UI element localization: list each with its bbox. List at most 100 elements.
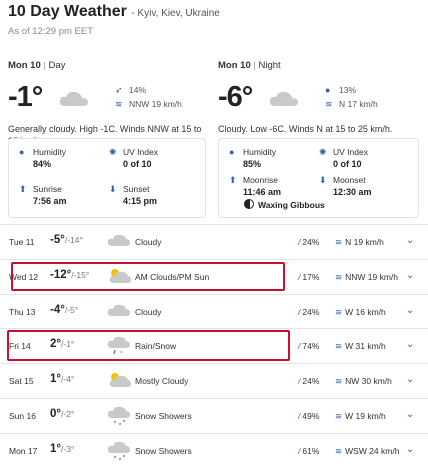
sunrise-value: 7:56 am	[33, 196, 67, 206]
rain-drop-icon: /	[298, 271, 301, 282]
row-condition: Cloudy	[135, 306, 162, 317]
moon-phase-label: Waxing Gibbous	[258, 200, 325, 210]
row-precip-value: 61%	[302, 445, 320, 456]
row-high: 0°	[50, 407, 61, 420]
row-precip-value: 49%	[302, 410, 320, 421]
row-day: Fri 14	[9, 341, 31, 352]
row-wind-value: W 19 km/h	[345, 410, 386, 421]
row-wind-value: NNW 19 km/h	[345, 271, 399, 282]
night-period-part: Night	[258, 60, 281, 71]
forecast-row[interactable]: Thu 13 -4°/-5° Cloudy /24% ≋ W 16 km/h ⌄	[0, 293, 428, 329]
row-wind: ≋ W 31 km/h	[335, 341, 386, 352]
humidity-value: 84%	[33, 159, 52, 169]
wind-icon: ≋	[335, 410, 343, 421]
forecast-row[interactable]: Wed 12 -12°/-15° AM Clouds/PM Sun /17% ≋…	[0, 258, 428, 294]
chevron-down-icon[interactable]: ⌄	[406, 235, 414, 246]
chevron-down-icon[interactable]: ⌄	[406, 409, 414, 420]
row-precip: /49%	[298, 411, 319, 421]
row-day: Wed 12	[9, 271, 39, 282]
cloud-icon	[58, 89, 90, 112]
row-condition: AM Clouds/PM Sun	[135, 271, 210, 282]
day-precip-line: ➶ 14%	[115, 83, 182, 97]
row-wind-value: NW 30 km/h	[345, 376, 392, 387]
day-period-part: Day	[48, 60, 66, 71]
night-side-info: ● 13% ≋ N 17 km/h	[325, 83, 378, 111]
moonset-value: 12:30 am	[333, 187, 372, 197]
day-period-label: Mon 10 | Day	[8, 60, 208, 71]
rain-drop-icon: ➶	[115, 85, 123, 95]
row-temps: 1°/-3°	[50, 443, 74, 455]
row-condition: Rain/Snow	[135, 341, 177, 352]
day-period-sep: |	[43, 60, 46, 71]
night-summary: Cloudy. Low -6C. Winds N at 15 to 25 km/…	[218, 124, 393, 134]
row-precip-value: 24%	[302, 376, 320, 387]
moonset-icon: ⬇	[319, 175, 327, 185]
forecast-row[interactable]: Sat 15 1°/-4° Mostly Cloudy /24% ≋ NW 30 …	[0, 363, 428, 398]
row-wind-value: N 19 km/h	[345, 237, 384, 247]
rain-snow-icon: *	[107, 336, 131, 358]
uv-icon: ✺	[319, 147, 327, 157]
night-temp-row: -6° ● 13% ≋ N 17 km/h	[218, 77, 420, 119]
row-temps: 1°/-4°	[50, 373, 74, 385]
row-temps: 0°/-2°	[50, 408, 74, 420]
forecast-row[interactable]: Tue 11 -5°/-14° Cloudy /24% ≋ N 19 km/h ⌄	[0, 224, 428, 259]
forecast-row[interactable]: Mon 17 1°/-3° Snow Showers /61% ≋ WSW 24 …	[0, 432, 428, 468]
row-wind-value: W 31 km/h	[345, 341, 386, 352]
night-period-sep: |	[253, 60, 256, 71]
row-high: 1°	[50, 373, 61, 386]
wind-icon: ≋	[335, 306, 343, 317]
wind-icon: ≋	[335, 341, 343, 352]
moonrise-value: 11:46 am	[243, 187, 282, 197]
row-day: Mon 17	[9, 445, 38, 456]
row-precip: /74%	[298, 341, 319, 351]
row-wind: ≋ N 19 km/h	[335, 237, 384, 248]
day-wind-line: ≋ NNW 19 km/h	[115, 97, 182, 111]
row-wind: ≋ W 16 km/h	[335, 307, 386, 318]
row-day: Sun 16	[9, 410, 36, 421]
wind-icon: ≋	[325, 99, 333, 109]
page-title: 10 Day Weather	[8, 3, 127, 20]
row-temps: -4°/-5°	[50, 304, 78, 316]
day-uv: ✺ UV Index 0 of 10	[109, 147, 158, 170]
forecast-list: Tue 11 -5°/-14° Cloudy /24% ≋ N 19 km/h ⌄…	[0, 224, 428, 468]
chevron-down-icon[interactable]: ⌄	[406, 270, 414, 281]
night-details-card: ● Humidity 85% ✺ UV Index 0 of 10 ⬆ Moon…	[218, 138, 419, 218]
row-condition: Snow Showers	[135, 410, 192, 421]
row-precip: /24%	[298, 307, 319, 317]
moonrise-icon: ⬆	[229, 175, 237, 185]
night-period-date: Mon 10	[218, 60, 251, 71]
night-precip-line: ● 13%	[325, 83, 378, 97]
row-wind-value: WSW 24 km/h	[345, 445, 400, 456]
row-precip-value: 17%	[302, 271, 320, 282]
row-high: 2°	[50, 338, 61, 351]
humidity-label: Humidity	[243, 147, 277, 157]
sunset: ⬇ Sunset 4:15 pm	[109, 184, 157, 207]
humidity-icon: ●	[19, 147, 25, 157]
row-precip-value: 24%	[302, 306, 320, 317]
row-day: Sat 15	[9, 376, 34, 387]
chevron-down-icon[interactable]: ⌄	[406, 444, 414, 455]
row-wind-value: W 16 km/h	[345, 306, 386, 317]
moon-phase: Waxing Gibbous	[244, 199, 325, 210]
night-period-label: Mon 10 | Night	[218, 60, 420, 71]
wind-icon: ≋	[335, 271, 343, 282]
page-header: 10 Day Weather - Kyiv, Kiev, Ukraine As …	[8, 3, 428, 37]
chevron-down-icon[interactable]: ⌄	[406, 339, 414, 350]
uv-value: 0 of 10	[123, 159, 152, 169]
moonset-label: Moonset	[333, 175, 366, 185]
precip-dot-icon: ●	[325, 85, 331, 95]
row-low: /-5°	[64, 304, 79, 315]
row-high: 1°	[50, 442, 61, 455]
row-day: Tue 11	[9, 237, 35, 247]
row-precip: /24%	[298, 376, 319, 386]
chevron-down-icon[interactable]: ⌄	[406, 305, 414, 316]
snow-icon	[107, 441, 131, 463]
chevron-down-icon[interactable]: ⌄	[406, 374, 414, 385]
forecast-row[interactable]: Sun 16 0°/-2° Snow Showers /49% ≋ W 19 km…	[0, 397, 428, 433]
forecast-row[interactable]: Fri 14 2°/-1° * Rain/Snow /74% ≋ W 31 km/…	[0, 328, 428, 363]
humidity-label: Humidity	[33, 147, 67, 157]
day-panel: Mon 10 | Day -1° ➶ 14% ≋ NNW 19 km/h Gener…	[8, 60, 208, 147]
sunrise: ⬆ Sunrise 7:56 am	[19, 184, 67, 207]
sunset-value: 4:15 pm	[123, 196, 158, 206]
night-wind-line: ≋ N 17 km/h	[325, 97, 378, 111]
